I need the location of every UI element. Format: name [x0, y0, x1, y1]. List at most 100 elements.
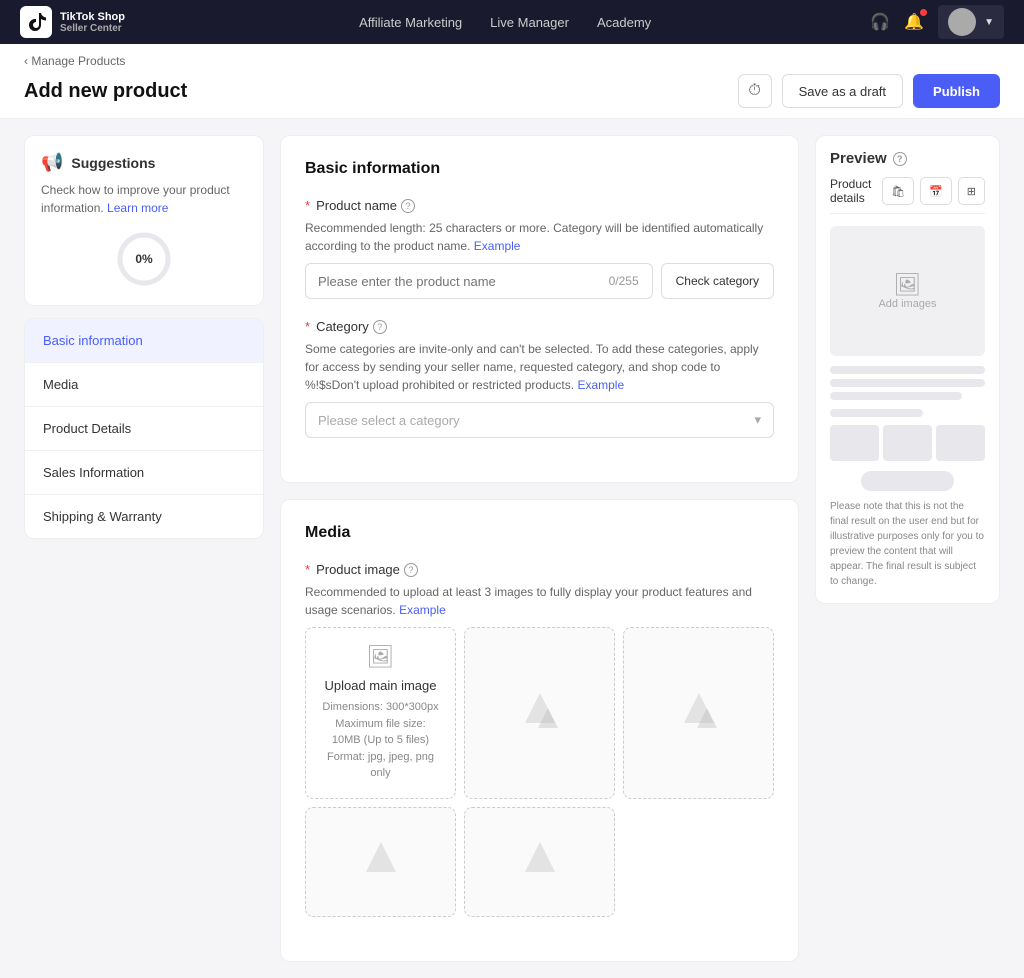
upload-placeholder-1[interactable]: [464, 627, 615, 799]
category-hint: Some categories are invite-only and can'…: [305, 340, 774, 394]
category-example-link[interactable]: Example: [577, 378, 624, 392]
notification-bell[interactable]: 🔔: [904, 12, 924, 32]
subheader: ‹ Manage Products Add new product ⏱ Save…: [0, 44, 1024, 119]
shop-icon: 🛍: [891, 185, 905, 198]
breadcrumb: ‹ Manage Products: [24, 54, 1000, 68]
preview-action-bar: [861, 471, 954, 491]
suggestions-card: 📢 Suggestions Check how to improve your …: [24, 135, 264, 306]
preview-thumbnails: [830, 425, 985, 461]
upload-placeholder-3[interactable]: [305, 807, 456, 917]
media-upload-area: 🖼 Upload main image Dimensions: 300*300p…: [305, 627, 774, 917]
char-count: 0/255: [609, 274, 643, 288]
preview-product-details-tab[interactable]: Product details: [830, 177, 872, 205]
product-name-input-row: 0/255 Check category: [305, 263, 774, 299]
suggestions-title: Suggestions: [71, 155, 155, 171]
header-actions: ⏱ Save as a draft Publish: [738, 74, 1000, 108]
main-content: 📢 Suggestions Check how to improve your …: [0, 119, 1024, 978]
nav-academy[interactable]: Academy: [597, 15, 651, 30]
sidebar-item-product-details[interactable]: Product Details: [25, 407, 263, 451]
preview-line-3: [830, 392, 962, 400]
preview-line-1: [830, 366, 985, 374]
preview-image-area: 🖼 Add images: [830, 226, 985, 356]
product-image-label: * Product image ?: [305, 562, 774, 577]
product-image-field-group: * Product image ? Recommended to upload …: [305, 562, 774, 917]
preview-tab-shop[interactable]: 🛍: [882, 177, 914, 205]
preview-thumb-3: [936, 425, 985, 461]
calendar-icon: 📅: [929, 185, 943, 198]
save-draft-button[interactable]: Save as a draft: [782, 74, 903, 108]
notification-dot: [920, 9, 927, 16]
nav-affiliate-marketing[interactable]: Affiliate Marketing: [359, 15, 462, 30]
suggestions-header: 📢 Suggestions: [41, 152, 247, 173]
product-name-input[interactable]: [305, 263, 653, 299]
page-title-row: Add new product ⏱ Save as a draft Publis…: [24, 74, 1000, 118]
media-section: Media * Product image ? Recommended to u…: [280, 499, 799, 962]
upload-main-desc: Dimensions: 300*300px Maximum file size:…: [322, 699, 439, 782]
preview-tab-calendar[interactable]: 📅: [920, 177, 952, 205]
product-name-label: * Product name ?: [305, 198, 774, 213]
preview-thumb-2: [883, 425, 932, 461]
category-info-icon[interactable]: ?: [373, 320, 387, 334]
progress-circle: 0%: [114, 229, 174, 289]
breadcrumb-parent[interactable]: Manage Products: [31, 54, 125, 68]
nav-live-manager[interactable]: Live Manager: [490, 15, 569, 30]
sidebar-item-media[interactable]: Media: [25, 363, 263, 407]
preview-info-icon[interactable]: ?: [893, 152, 907, 166]
product-name-hint: Recommended length: 25 characters or mor…: [305, 219, 774, 255]
sidebar-item-basic-information[interactable]: Basic information: [25, 319, 263, 363]
product-image-example-link[interactable]: Example: [399, 603, 446, 617]
grid-icon: ⊞: [967, 185, 976, 198]
headset-icon[interactable]: 🎧: [870, 12, 890, 32]
product-name-info-icon[interactable]: ?: [401, 199, 415, 213]
avatar: [948, 8, 976, 36]
preview-title: Preview: [830, 150, 887, 167]
bell-icon: 🔔: [904, 14, 924, 31]
preview-tabs: Product details 🛍 📅 ⊞: [830, 177, 985, 214]
preview-tab-grid[interactable]: ⊞: [958, 177, 985, 205]
progress-circle-container: 0%: [41, 229, 247, 289]
top-navigation: TikTok Shop Seller Center Affiliate Mark…: [0, 0, 1024, 44]
suggestions-description: Check how to improve your product inform…: [41, 181, 247, 217]
publish-button[interactable]: Publish: [913, 74, 1000, 108]
product-name-field-group: * Product name ? Recommended length: 25 …: [305, 198, 774, 299]
product-name-example-link[interactable]: Example: [474, 239, 521, 253]
sidebar-item-shipping-warranty[interactable]: Shipping & Warranty: [25, 495, 263, 538]
upload-main-label: Upload main image: [324, 678, 436, 693]
upload-placeholder-2[interactable]: [623, 627, 774, 799]
preview-header: Preview ?: [830, 150, 985, 167]
preview-note: Please note that this is not the final r…: [830, 499, 985, 589]
upload-icon: 🖼: [367, 644, 395, 670]
left-sidebar: 📢 Suggestions Check how to improve your …: [24, 135, 264, 962]
preview-line-2: [830, 379, 985, 387]
add-images-icon: 🖼: [894, 272, 922, 298]
chevron-down-icon: ▼: [984, 17, 994, 28]
sidebar-item-sales-information[interactable]: Sales Information: [25, 451, 263, 495]
check-category-button[interactable]: Check category: [661, 263, 774, 299]
nav-links: Affiliate Marketing Live Manager Academy: [172, 15, 838, 30]
preview-line-4: [830, 409, 923, 417]
user-menu[interactable]: ▼: [938, 5, 1004, 39]
logo[interactable]: TikTok Shop Seller Center: [20, 6, 140, 38]
top-nav-right: 🎧 🔔 ▼: [870, 5, 1004, 39]
chevron-left-icon: ‹: [24, 54, 28, 68]
preview-thumb-1: [830, 425, 879, 461]
upload-main-image[interactable]: 🖼 Upload main image Dimensions: 300*300p…: [305, 627, 456, 799]
preview-card: Preview ? Product details 🛍 📅 ⊞ 🖼 Add im…: [815, 135, 1000, 604]
basic-information-section: Basic information * Product name ? Recom…: [280, 135, 799, 483]
learn-more-link[interactable]: Learn more: [107, 201, 168, 215]
preview-content-lines: [830, 366, 985, 417]
product-image-hint: Recommended to upload at least 3 images …: [305, 583, 774, 619]
add-images-label: Add images: [878, 298, 936, 310]
tiktok-logo-icon: [20, 6, 52, 38]
page-title: Add new product: [24, 80, 187, 103]
history-button[interactable]: ⏱: [738, 74, 772, 108]
megaphone-icon: 📢: [41, 152, 63, 173]
chevron-down-icon: ▾: [754, 412, 761, 428]
left-nav-card: Basic information Media Product Details …: [24, 318, 264, 539]
upload-placeholder-4[interactable]: [464, 807, 615, 917]
product-image-info-icon[interactable]: ?: [404, 563, 418, 577]
progress-label: 0%: [135, 252, 152, 266]
right-sidebar: Preview ? Product details 🛍 📅 ⊞ 🖼 Add im…: [815, 135, 1000, 962]
category-select[interactable]: Please select a category ▾: [305, 402, 774, 438]
category-field-group: * Category ? Some categories are invite-…: [305, 319, 774, 438]
